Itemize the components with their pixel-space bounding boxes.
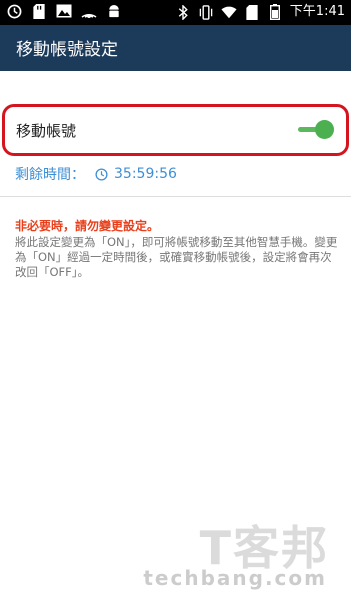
bluetooth-icon <box>175 4 191 20</box>
sync-icon <box>6 3 22 19</box>
remaining-time-value: 35:59:56 <box>114 166 177 182</box>
warning-text: 非必要時，請勿變更設定。 <box>15 219 160 233</box>
status-bar-left-icons <box>6 3 122 19</box>
description-text: 將此設定變更為「ON」，即可將帳號移動至其他智慧手機。變更為「ON」經過一定時間… <box>15 235 338 279</box>
wifi-icon <box>221 4 237 20</box>
toggle-thumb <box>315 120 334 139</box>
account-move-setting-row[interactable]: 移動帳號 <box>2 104 349 156</box>
watermark-logo: T客邦 techbang.com <box>143 512 329 592</box>
page-title: 移動帳號設定 <box>16 40 118 60</box>
battery-icon <box>267 4 283 20</box>
status-bar: 下午1:41 <box>0 0 351 25</box>
app-bar: 移動帳號設定 <box>0 25 351 71</box>
cast-icon <box>81 3 97 19</box>
remaining-time-row: 剩餘時間： 35:59:56 <box>15 165 177 183</box>
account-move-label: 移動帳號 <box>16 122 77 140</box>
sd-card-icon <box>31 3 47 19</box>
account-move-toggle[interactable] <box>298 120 334 140</box>
status-time: 下午1:41 <box>289 4 345 19</box>
status-bar-right-icons: 下午1:41 <box>175 3 345 21</box>
divider <box>0 196 351 197</box>
vibrate-icon <box>198 4 214 20</box>
watermark-sub: techbang.com <box>143 566 327 590</box>
android-icon <box>106 3 122 19</box>
sim-icon <box>244 4 260 20</box>
remaining-time-label: 剩餘時間： <box>15 167 85 183</box>
clock-icon <box>95 167 108 181</box>
image-icon <box>56 3 72 19</box>
